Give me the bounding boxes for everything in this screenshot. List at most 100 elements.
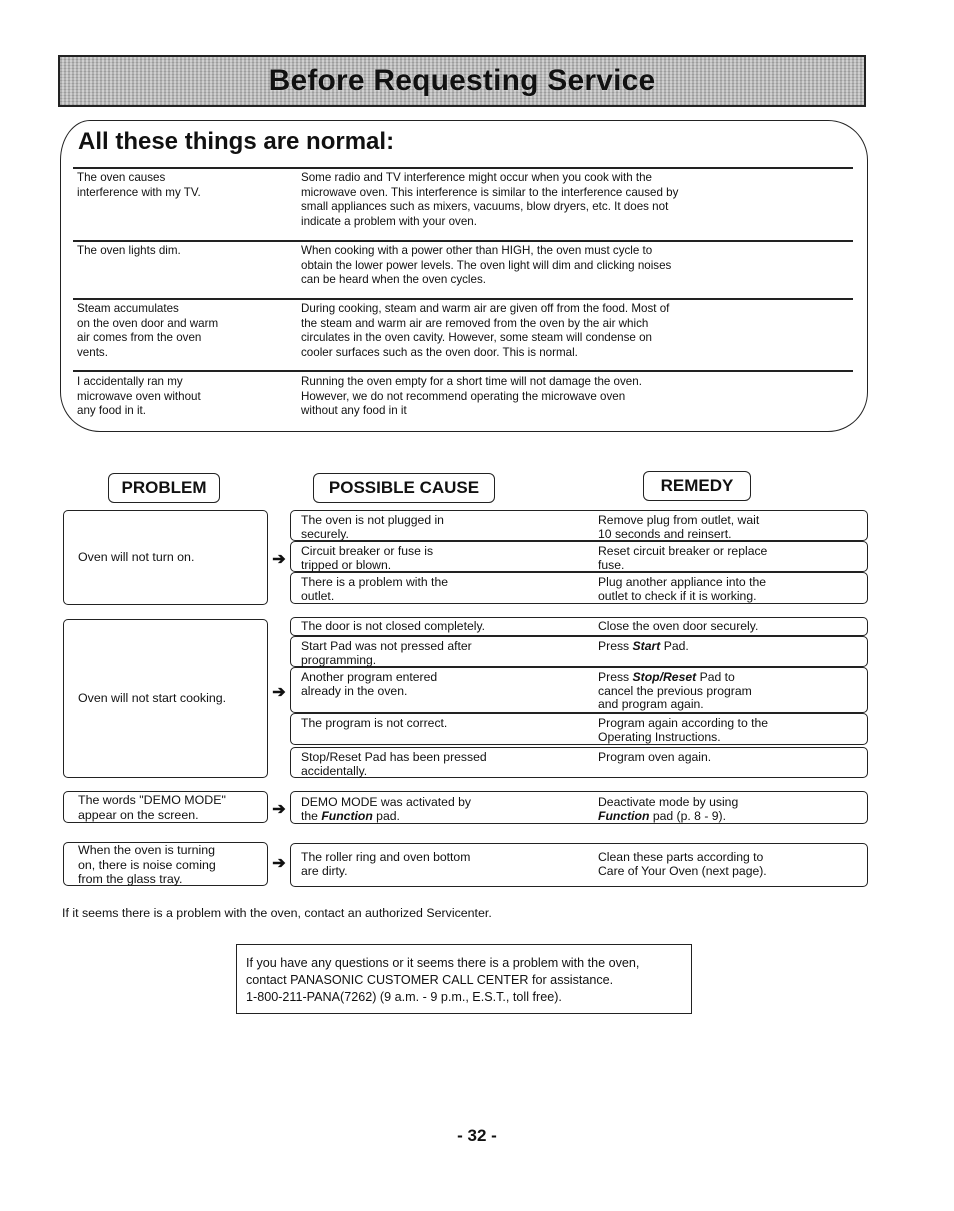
text-line: tripped or blown. <box>301 557 392 572</box>
remedy-text: Program again according to the Operating… <box>598 714 768 744</box>
arrow-right-icon: ➔ <box>272 684 286 701</box>
text-line: interference with my TV. <box>77 185 201 199</box>
text-line: There is a problem with the <box>301 575 448 589</box>
text-fragment: Pad to <box>696 670 735 684</box>
problem-box: Oven will not start cooking. <box>63 619 268 778</box>
servicenter-note: If it seems there is a problem with the … <box>62 906 492 920</box>
text-line: The oven causes <box>77 171 166 184</box>
text-line: Program again according to the <box>598 716 769 730</box>
text-line: accidentally. <box>301 763 368 778</box>
function-pad-label: Function <box>321 808 373 823</box>
text-line: If you have any questions or it seems th… <box>246 956 640 970</box>
problem-box: When the oven is turning on, there is no… <box>63 842 268 886</box>
text-line: Program oven again. <box>598 750 712 764</box>
text-line: Function pad (p. 8 - 9). <box>598 808 738 824</box>
text-fragment: the <box>301 808 322 823</box>
normal-question: Steam accumulates on the oven door and w… <box>77 302 301 360</box>
cause-remedy-row: There is a problem with the outlet. Plug… <box>290 572 868 604</box>
text-line: vents. <box>77 345 108 359</box>
problem-text: Oven will not start cooking. <box>78 691 227 706</box>
normal-answer: Running the oven empty for a short time … <box>301 375 751 419</box>
text-line: contact PANASONIC CUSTOMER CALL CENTER f… <box>246 973 614 987</box>
text-line: circulates in the oven cavity. However, … <box>301 331 652 345</box>
text-line: During cooking, steam and warm air are g… <box>301 302 670 315</box>
text-line: air comes from the oven <box>77 331 202 345</box>
text-fragment: pad (p. 8 - 9). <box>649 808 726 823</box>
stop-reset-pad-label: Stop/Reset <box>632 670 697 684</box>
problem-box: The words "DEMO MODE" appear on the scre… <box>63 791 268 823</box>
problem-text: Oven will not turn on. <box>78 550 195 565</box>
remedy-text: Press Start Pad. <box>598 637 689 666</box>
cause-text: The oven is not plugged in securely. <box>291 511 598 540</box>
text-line: already in the oven. <box>301 683 408 698</box>
remedy-text: Press Stop/Reset Pad to cancel the previ… <box>598 668 752 712</box>
remedy-text: Deactivate mode by using Function pad (p… <box>598 792 738 823</box>
normal-question: The oven lights dim. <box>77 244 301 288</box>
text-line: Deactivate mode by using <box>598 795 739 809</box>
remedy-text: Plug another appliance into the outlet t… <box>598 573 766 603</box>
text-line: microwave oven. This interference is sim… <box>301 185 679 199</box>
cause-remedy-row: Start Pad was not pressed after programm… <box>290 636 868 667</box>
divider <box>73 298 853 300</box>
normal-item: The oven lights dim. When cooking with a… <box>77 244 847 288</box>
contact-box: If you have any questions or it seems th… <box>236 944 692 1014</box>
text-line: Some radio and TV interference might occ… <box>301 171 653 184</box>
text-line: can be heard when the oven cycles. <box>301 273 486 287</box>
function-pad-label: Function <box>598 808 650 823</box>
text-line: However, we do not recommend operating t… <box>301 389 626 403</box>
phone-number-line: 1-800-211-PANA(7262) (9 a.m. - 9 p.m., E… <box>246 990 562 1004</box>
text-fragment: Press <box>598 639 633 653</box>
text-line: obtain the lower power levels. The oven … <box>301 258 672 272</box>
cause-text: Stop/Reset Pad has been pressed accident… <box>291 748 598 777</box>
divider <box>73 370 853 372</box>
text-line: The program is not correct. <box>301 716 448 730</box>
text-line: When cooking with a power other than HIG… <box>301 244 653 257</box>
possible-cause-header: POSSIBLE CAUSE <box>313 473 495 503</box>
cause-text: Another program entered already in the o… <box>291 668 598 712</box>
title-banner: Before Requesting Service <box>58 55 866 107</box>
cause-text: The door is not closed completely. <box>291 619 598 634</box>
start-pad-label: Start <box>632 639 661 653</box>
text-fragment: pad. <box>372 808 400 823</box>
normal-answer: When cooking with a power other than HIG… <box>301 244 751 288</box>
text-line: fuse. <box>598 557 625 572</box>
text-line: Press Stop/Reset Pad to <box>598 670 752 685</box>
text-line: Close the oven door securely. <box>598 618 759 633</box>
normal-section-heading: All these things are normal: <box>78 128 395 155</box>
text-line: The oven is not plugged in <box>301 513 444 527</box>
text-line: the Function pad. <box>301 808 598 824</box>
problem-text: The words "DEMO MODE" appear on the scre… <box>78 793 226 822</box>
arrow-right-icon: ➔ <box>272 801 286 818</box>
divider <box>73 240 853 242</box>
text-line: Running the oven empty for a short time … <box>301 375 642 388</box>
page-number: - 32 - <box>457 1126 497 1145</box>
text-line: Remove plug from outlet, wait <box>598 513 760 527</box>
text-line: outlet. <box>301 588 335 603</box>
text-line: Stop/Reset Pad has been pressed <box>301 750 487 764</box>
text-line: The roller ring and oven bottom <box>301 850 471 865</box>
normal-item: The oven causes interference with my TV.… <box>77 171 847 229</box>
normal-item: I accidentally ran my microwave oven wit… <box>77 375 847 419</box>
text-line: The oven lights dim. <box>77 244 181 257</box>
normal-item: Steam accumulates on the oven door and w… <box>77 302 847 360</box>
arrow-right-icon: ➔ <box>272 551 286 568</box>
text-line: are dirty. <box>301 864 348 878</box>
text-line: Clean these parts according to <box>598 850 764 865</box>
text-line: cooler surfaces such as the oven door. T… <box>301 345 578 359</box>
cause-text: There is a problem with the outlet. <box>291 573 598 603</box>
text-line: The words "DEMO MODE" <box>78 793 226 807</box>
problem-text: When the oven is turning on, there is no… <box>78 843 216 887</box>
cause-remedy-row: Another program entered already in the o… <box>290 667 868 713</box>
arrow-right-icon: ➔ <box>272 855 286 872</box>
text-line: I accidentally ran my <box>77 375 183 388</box>
text-line: on, there is noise coming <box>78 857 216 872</box>
text-line: on the oven door and warm <box>77 316 219 330</box>
text-line: the steam and warm air are removed from … <box>301 316 649 330</box>
cause-remedy-row: The program is not correct. Program agai… <box>290 713 868 745</box>
text-line: Care of Your Oven (next page). <box>598 864 767 878</box>
text-line: without any food in it <box>301 404 407 418</box>
text-line: Press Start Pad. <box>598 639 689 654</box>
text-line: 10 seconds and reinsert. <box>598 526 732 541</box>
cause-text: The program is not correct. <box>291 714 598 744</box>
remedy-text: Remove plug from outlet, wait 10 seconds… <box>598 511 759 540</box>
